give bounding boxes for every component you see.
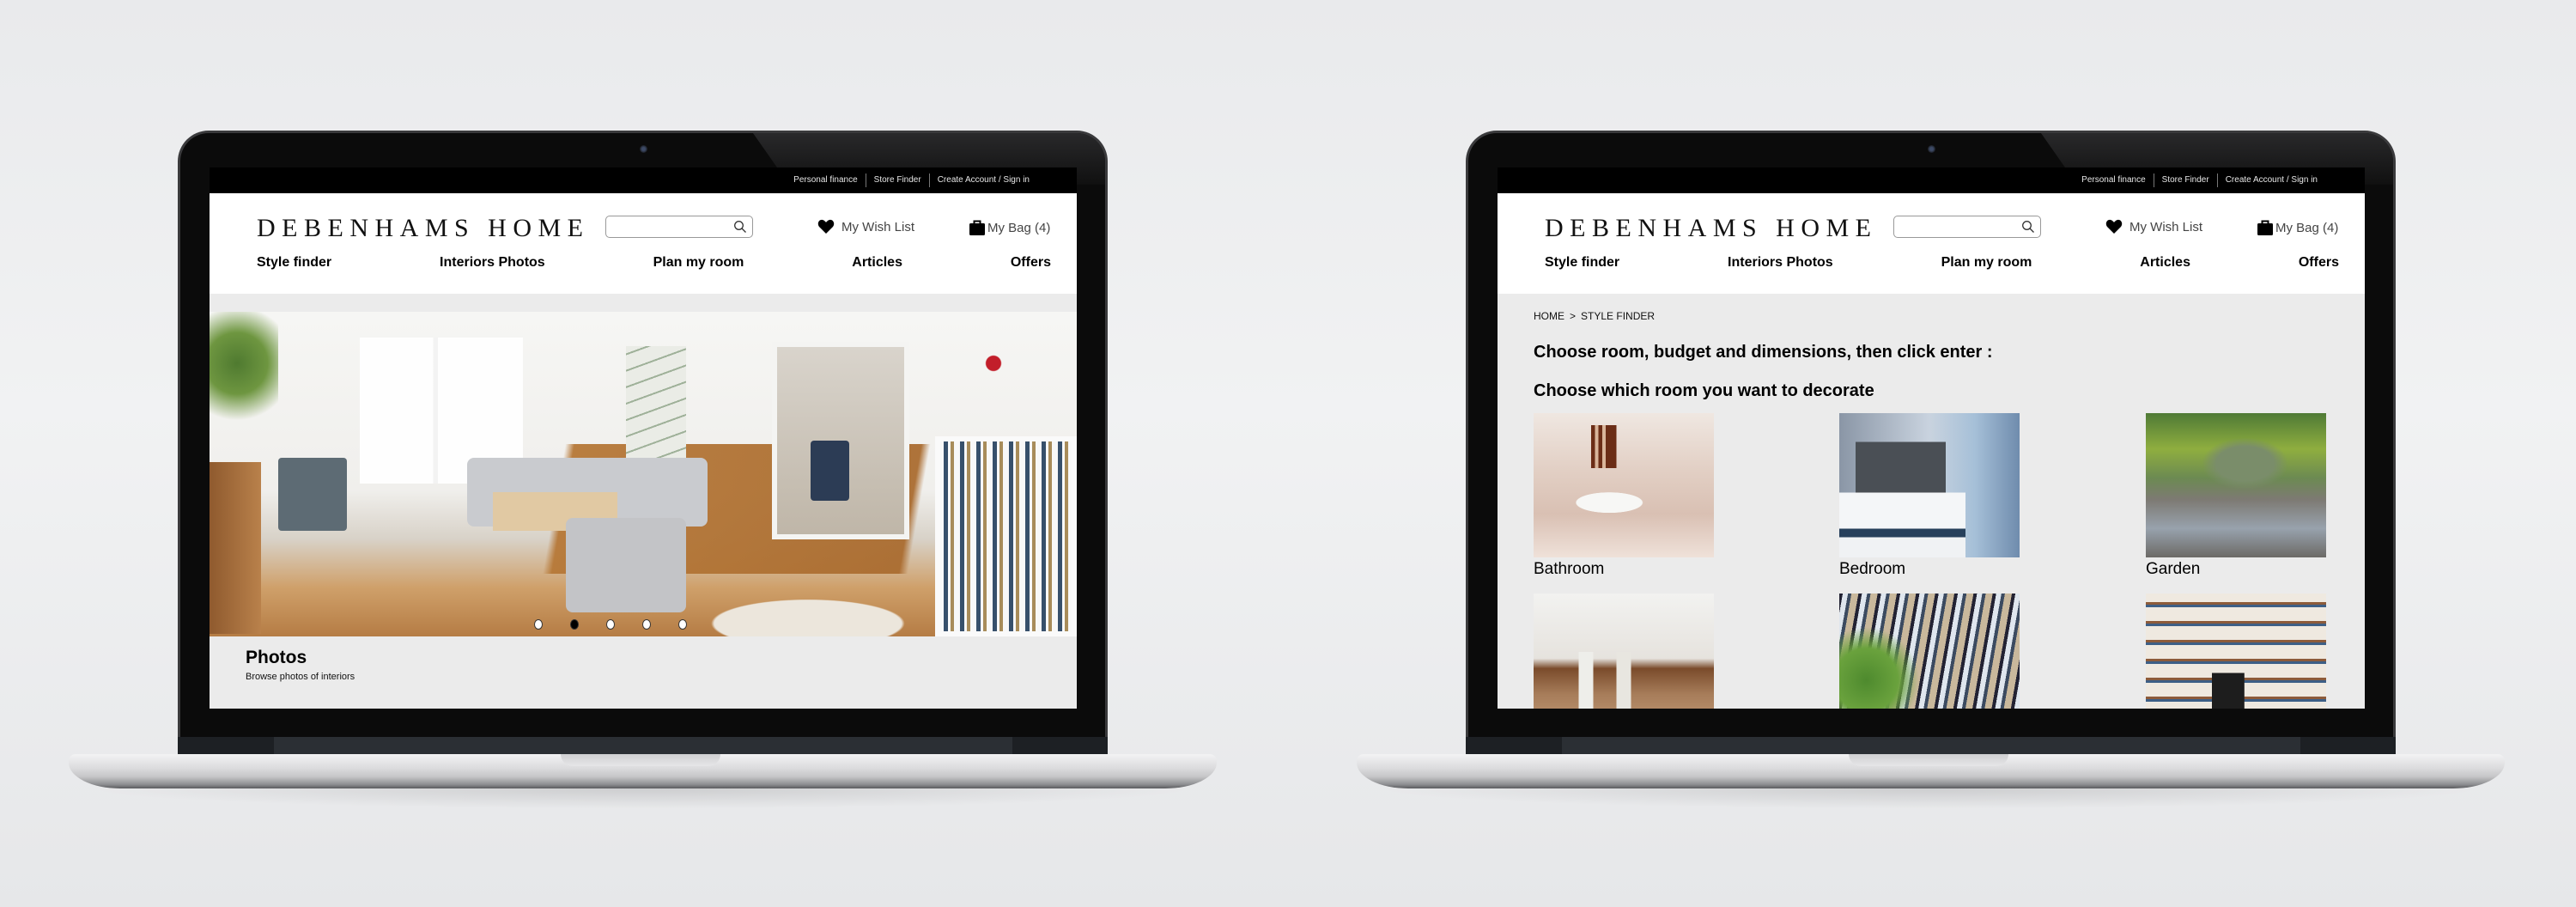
site-header: DEBENHAMS HOME My Wish List My Bag (4) S… xyxy=(210,193,1077,294)
instruction-heading: Choose room, budget and dimensions, then… xyxy=(1534,343,1993,362)
laptop-shadow xyxy=(83,788,1200,809)
room-card-bathroom[interactable]: Bathroom xyxy=(1534,413,1714,579)
nav-offers[interactable]: Offers xyxy=(2299,255,2339,271)
room-label: Garden xyxy=(2146,560,2201,578)
breadcrumb-separator: > xyxy=(1570,310,1577,322)
laptop-hinge xyxy=(1562,737,2300,754)
personal-finance-link[interactable]: Personal finance xyxy=(786,173,866,187)
laptop-mockup-style-finder: Personal finance Store Finder Create Acc… xyxy=(1357,131,2505,809)
main-nav: Style finder Interiors Photos Plan my ro… xyxy=(257,255,1051,271)
carousel-dot-3[interactable] xyxy=(606,619,615,630)
nav-articles[interactable]: Articles xyxy=(852,255,902,271)
bathroom-photo[interactable] xyxy=(1534,413,1714,557)
webcam-icon xyxy=(1928,145,1935,153)
nav-offers[interactable]: Offers xyxy=(1011,255,1051,271)
garden-photo[interactable] xyxy=(2146,413,2326,557)
nav-style-finder[interactable]: Style finder xyxy=(1545,255,1619,271)
room-card-dining-room[interactable] xyxy=(1534,594,1714,709)
heart-icon xyxy=(2105,219,2123,234)
hero-photo-plant xyxy=(210,312,278,441)
room-card-living-room[interactable] xyxy=(2146,594,2326,709)
carousel-dot-2-active[interactable] xyxy=(570,619,579,630)
wishlist-link[interactable]: My Wish List xyxy=(817,219,914,234)
hero-photo-side-table xyxy=(210,462,261,634)
room-card-kitchen[interactable] xyxy=(1839,594,2020,709)
webcam-icon xyxy=(640,145,647,153)
living-room-photo[interactable] xyxy=(2146,594,2326,709)
nav-plan-my-room[interactable]: Plan my room xyxy=(653,255,744,271)
caption-subtitle: Browse photos of interiors xyxy=(246,672,355,682)
room-card-garden[interactable]: Garden xyxy=(2146,413,2326,579)
bag-label: My Bag (4) xyxy=(2275,220,2339,235)
hero-photo-coat-rack xyxy=(811,441,849,501)
hero-caption: Photos Browse photos of interiors xyxy=(210,636,1077,682)
site-header: DEBENHAMS HOME My Wish List My Bag (4) S… xyxy=(1498,193,2365,294)
carousel-dot-5[interactable] xyxy=(678,619,687,630)
nav-articles[interactable]: Articles xyxy=(2140,255,2190,271)
breadcrumb-current: STYLE FINDER xyxy=(1581,310,1656,322)
search-input[interactable] xyxy=(605,216,753,238)
breadcrumb-home[interactable]: HOME xyxy=(1534,310,1564,322)
bag-label: My Bag (4) xyxy=(987,220,1051,235)
room-label: Bathroom xyxy=(1534,560,1605,578)
brand-logo[interactable]: DEBENHAMS HOME xyxy=(1545,214,1878,243)
nav-plan-my-room[interactable]: Plan my room xyxy=(1941,255,2032,271)
shopping-bag-icon xyxy=(2257,220,2273,235)
laptop-hinge xyxy=(274,737,1012,754)
room-card-bedroom[interactable]: Bedroom xyxy=(1839,413,2020,579)
store-finder-link[interactable]: Store Finder xyxy=(2154,173,2217,187)
breadcrumb: HOME > STYLE FINDER xyxy=(1498,294,2365,322)
dining-room-photo[interactable] xyxy=(1534,594,1714,709)
screen-style-finder: Personal finance Store Finder Create Acc… xyxy=(1498,167,2365,709)
bag-link[interactable]: My Bag (4) xyxy=(969,219,1050,236)
utility-bar: Personal finance Store Finder Create Acc… xyxy=(210,167,1077,193)
hero-photo-flower xyxy=(981,350,1006,376)
hero-carousel-image[interactable] xyxy=(210,312,1077,636)
main-nav: Style finder Interiors Photos Plan my ro… xyxy=(1545,255,2339,271)
wishlist-label: My Wish List xyxy=(2129,219,2203,234)
carousel-dot-4[interactable] xyxy=(642,619,651,630)
sign-in-link[interactable]: Create Account / Sign in xyxy=(2218,173,2325,187)
room-label: Bedroom xyxy=(1839,560,1906,578)
brand-logo[interactable]: DEBENHAMS HOME xyxy=(257,214,590,243)
wishlist-label: My Wish List xyxy=(841,219,915,234)
hero-photo-wall-hanging xyxy=(626,346,686,462)
caption-title[interactable]: Photos xyxy=(246,648,1041,668)
store-finder-link[interactable]: Store Finder xyxy=(866,173,929,187)
screen-home: Personal finance Store Finder Create Acc… xyxy=(210,167,1077,709)
hero-photo-tv xyxy=(278,458,347,531)
carousel-dots xyxy=(210,619,1077,630)
laptop-open-notch xyxy=(561,754,720,766)
nav-interiors-photos[interactable]: Interiors Photos xyxy=(1728,255,1833,271)
laptop-mockup-home: Personal finance Store Finder Create Acc… xyxy=(69,131,1217,809)
hero-photo-bookshelf xyxy=(935,436,1077,636)
carousel-dot-1[interactable] xyxy=(534,619,543,630)
personal-finance-link[interactable]: Personal finance xyxy=(2074,173,2154,187)
utility-bar: Personal finance Store Finder Create Acc… xyxy=(1498,167,2365,193)
heart-icon xyxy=(817,219,835,234)
bag-link[interactable]: My Bag (4) xyxy=(2257,219,2338,236)
room-choice-heading: Choose which room you want to decorate xyxy=(1534,381,1874,400)
nav-style-finder[interactable]: Style finder xyxy=(257,255,331,271)
hero-photo-ottoman xyxy=(566,518,686,612)
search-input[interactable] xyxy=(1893,216,2041,238)
laptop-open-notch xyxy=(1849,754,2008,766)
nav-interiors-photos[interactable]: Interiors Photos xyxy=(440,255,545,271)
kitchen-photo[interactable] xyxy=(1839,594,2020,709)
shopping-bag-icon xyxy=(969,220,985,235)
header-spacer xyxy=(210,294,1077,312)
room-grid: Bathroom Bedroom Garden xyxy=(1498,413,2365,709)
bedroom-photo[interactable] xyxy=(1839,413,2020,557)
laptop-shadow xyxy=(1371,788,2488,809)
search-icon[interactable] xyxy=(2021,220,2035,234)
search-icon[interactable] xyxy=(733,220,747,234)
sign-in-link[interactable]: Create Account / Sign in xyxy=(930,173,1037,187)
wishlist-link[interactable]: My Wish List xyxy=(2105,219,2202,234)
